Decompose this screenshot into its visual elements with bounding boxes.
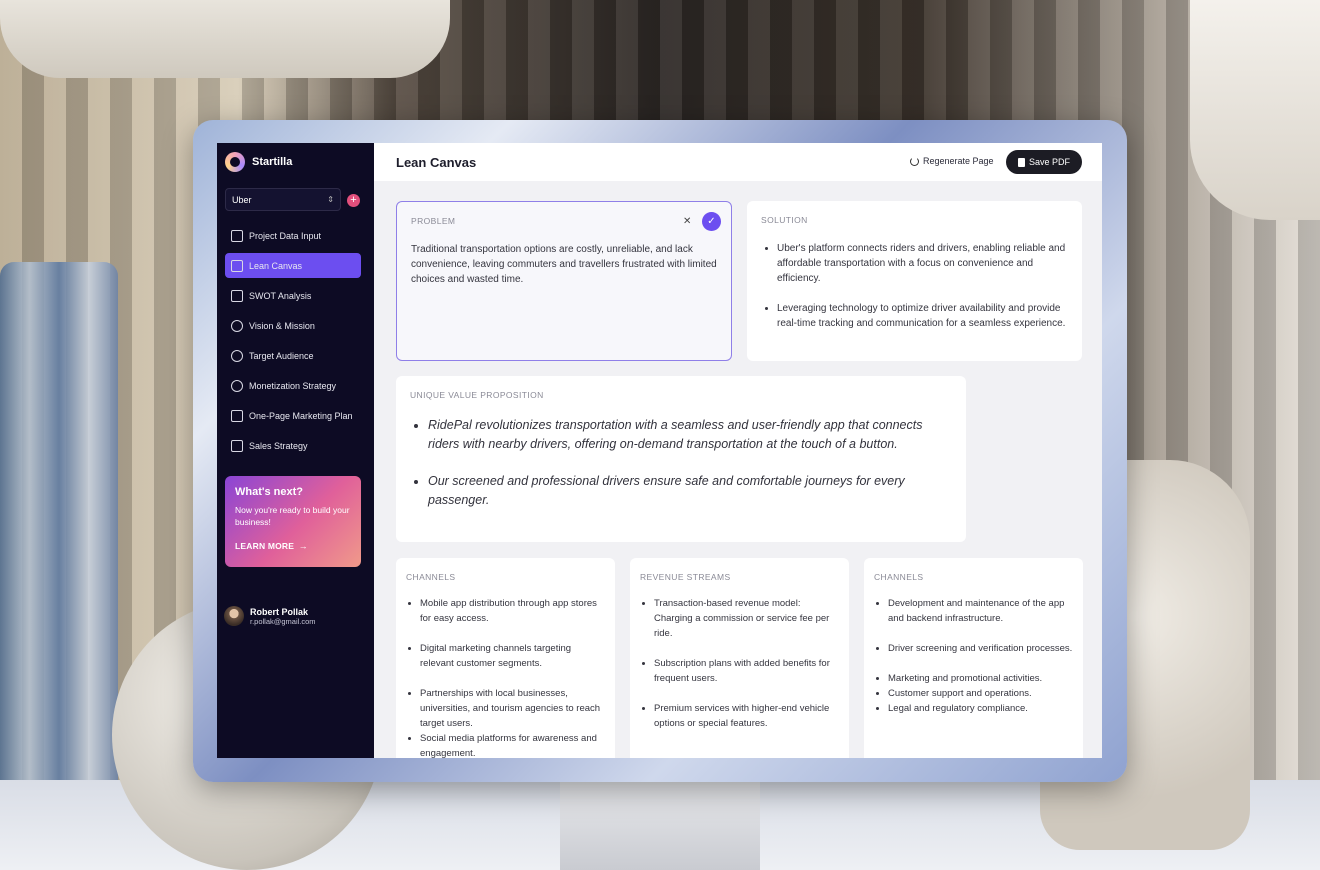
user-profile[interactable]: Robert Pollak r.pollak@gmail.com [224, 606, 316, 626]
sidebar-item-label: Sales Strategy [249, 440, 308, 451]
list-item: Mobile app distribution through app stor… [420, 596, 605, 626]
list-item: Transaction-based revenue model: Chargin… [654, 596, 839, 641]
sidebar-item-monetization-strategy[interactable]: Monetization Strategy [225, 373, 361, 398]
main-content: Lean Canvas Regenerate Page Save PDF PRO… [374, 143, 1102, 758]
sidebar-item-label: Lean Canvas [249, 260, 303, 271]
document-chart-icon [231, 439, 243, 452]
add-project-button[interactable]: + [347, 194, 360, 207]
monitor-stand [560, 780, 760, 870]
arrow-right-icon: → [298, 541, 308, 551]
sidebar-item-lean-canvas[interactable]: Lean Canvas [225, 253, 361, 278]
clipboard-icon [231, 409, 243, 422]
brand[interactable]: Startilla [225, 152, 292, 172]
page-title: Lean Canvas [396, 155, 477, 170]
list-item: Premium services with higher-end vehicle… [654, 701, 839, 731]
project-select-value: Uber [232, 194, 252, 205]
regenerate-page-button[interactable]: Regenerate Page [910, 156, 994, 166]
sidebar-item-label: Vision & Mission [249, 320, 315, 331]
sidebar-item-sales-strategy[interactable]: Sales Strategy [225, 433, 361, 458]
sidebar-item-label: Project Data Input [249, 230, 322, 241]
problem-label: PROBLEM [411, 216, 456, 226]
user-search-icon [231, 349, 243, 362]
list-item: Social media platforms for awareness and… [420, 731, 605, 758]
canvas-icon [231, 259, 243, 272]
sidebar-item-label: One-Page Marketing Plan [249, 410, 353, 421]
sidebar-item-label: Target Audience [249, 350, 314, 361]
decor-glass [0, 262, 118, 832]
list-item: Uber's platform connects riders and driv… [777, 241, 1068, 286]
regenerate-label: Regenerate Page [923, 156, 994, 166]
sidebar: Startilla Uber ⇕ + Project Data Input Le… [217, 143, 374, 758]
project-select[interactable]: Uber ⇕ [225, 188, 341, 211]
channels2-label: CHANNELS [874, 572, 924, 582]
promo-title: What's next? [235, 486, 304, 498]
list-item: Leveraging technology to optimize driver… [777, 301, 1068, 331]
list-item: Legal and regulatory compliance. [888, 701, 1073, 716]
list-item: Marketing and promotional activities. [888, 671, 1073, 686]
sidebar-item-label: Monetization Strategy [249, 380, 337, 391]
channels-card[interactable]: CHANNELS Mobile app distribution through… [396, 558, 615, 758]
list-item: Development and maintenance of the app a… [888, 596, 1073, 626]
app-window: Startilla Uber ⇕ + Project Data Input Le… [217, 143, 1102, 758]
close-icon[interactable]: ✕ [683, 216, 691, 227]
sidebar-item-target-audience[interactable]: Target Audience [225, 343, 361, 368]
promo-card: What's next? Now you're ready to build y… [225, 476, 361, 567]
sidebar-nav: Project Data Input Lean Canvas SWOT Anal… [225, 223, 361, 463]
list-item: Customer support and operations. [888, 686, 1073, 701]
save-pdf-button[interactable]: Save PDF [1006, 150, 1082, 174]
list-item: Digital marketing channels targeting rel… [420, 641, 605, 671]
channels-label: CHANNELS [406, 572, 456, 582]
sidebar-item-swot-analysis[interactable]: SWOT Analysis [225, 283, 361, 308]
decor-cushion [0, 0, 450, 78]
sidebar-item-project-data-input[interactable]: Project Data Input [225, 223, 361, 248]
grid-icon [231, 289, 243, 302]
user-name: Robert Pollak [250, 606, 309, 617]
list-item: Driver screening and verification proces… [888, 641, 1073, 656]
sidebar-item-vision-mission[interactable]: Vision & Mission [225, 313, 361, 338]
channels-card-2[interactable]: CHANNELS Development and maintenance of … [864, 558, 1083, 758]
learn-more-link[interactable]: LEARN MORE → [235, 536, 351, 554]
promo-text: Now you're ready to build your business! [235, 505, 350, 527]
chevron-updown-icon: ⇕ [327, 195, 334, 204]
learn-more-label: LEARN MORE [235, 541, 295, 551]
problem-card[interactable]: PROBLEM ✕ ✓ Traditional transportation o… [396, 201, 732, 361]
dollar-icon [231, 379, 243, 392]
sidebar-item-marketing-plan[interactable]: One-Page Marketing Plan [225, 403, 361, 428]
avatar [224, 606, 244, 626]
file-icon [1017, 157, 1025, 167]
user-email: r.pollak@gmail.com [250, 616, 316, 626]
uvp-label: UNIQUE VALUE PROPOSITION [410, 390, 544, 400]
save-pdf-label: Save PDF [1028, 157, 1070, 167]
list-item: Subscription plans with added benefits f… [654, 656, 839, 686]
edit-document-icon [231, 229, 243, 242]
problem-text-editor[interactable]: Traditional transportation options are c… [411, 242, 717, 287]
brand-name: Startilla [252, 156, 293, 168]
uvp-card[interactable]: UNIQUE VALUE PROPOSITION RidePal revolut… [396, 376, 966, 542]
list-item: RidePal revolutionizes transportation wi… [428, 416, 952, 454]
header: Lean Canvas Regenerate Page Save PDF [374, 143, 1102, 181]
check-icon[interactable]: ✓ [702, 212, 721, 231]
logo-icon [225, 152, 245, 172]
sidebar-item-label: SWOT Analysis [249, 290, 312, 301]
solution-card[interactable]: SOLUTION Uber's platform connects riders… [747, 201, 1082, 361]
list-item: Partnerships with local businesses, univ… [420, 686, 605, 731]
revenue-streams-card[interactable]: REVENUE STREAMS Transaction-based revenu… [630, 558, 849, 758]
solution-label: SOLUTION [761, 215, 808, 225]
decor-vase-top [1190, 0, 1320, 220]
refresh-icon [910, 156, 919, 166]
list-item: Our screened and professional drivers en… [428, 472, 952, 510]
revenue-label: REVENUE STREAMS [640, 572, 731, 582]
target-icon [231, 319, 243, 332]
